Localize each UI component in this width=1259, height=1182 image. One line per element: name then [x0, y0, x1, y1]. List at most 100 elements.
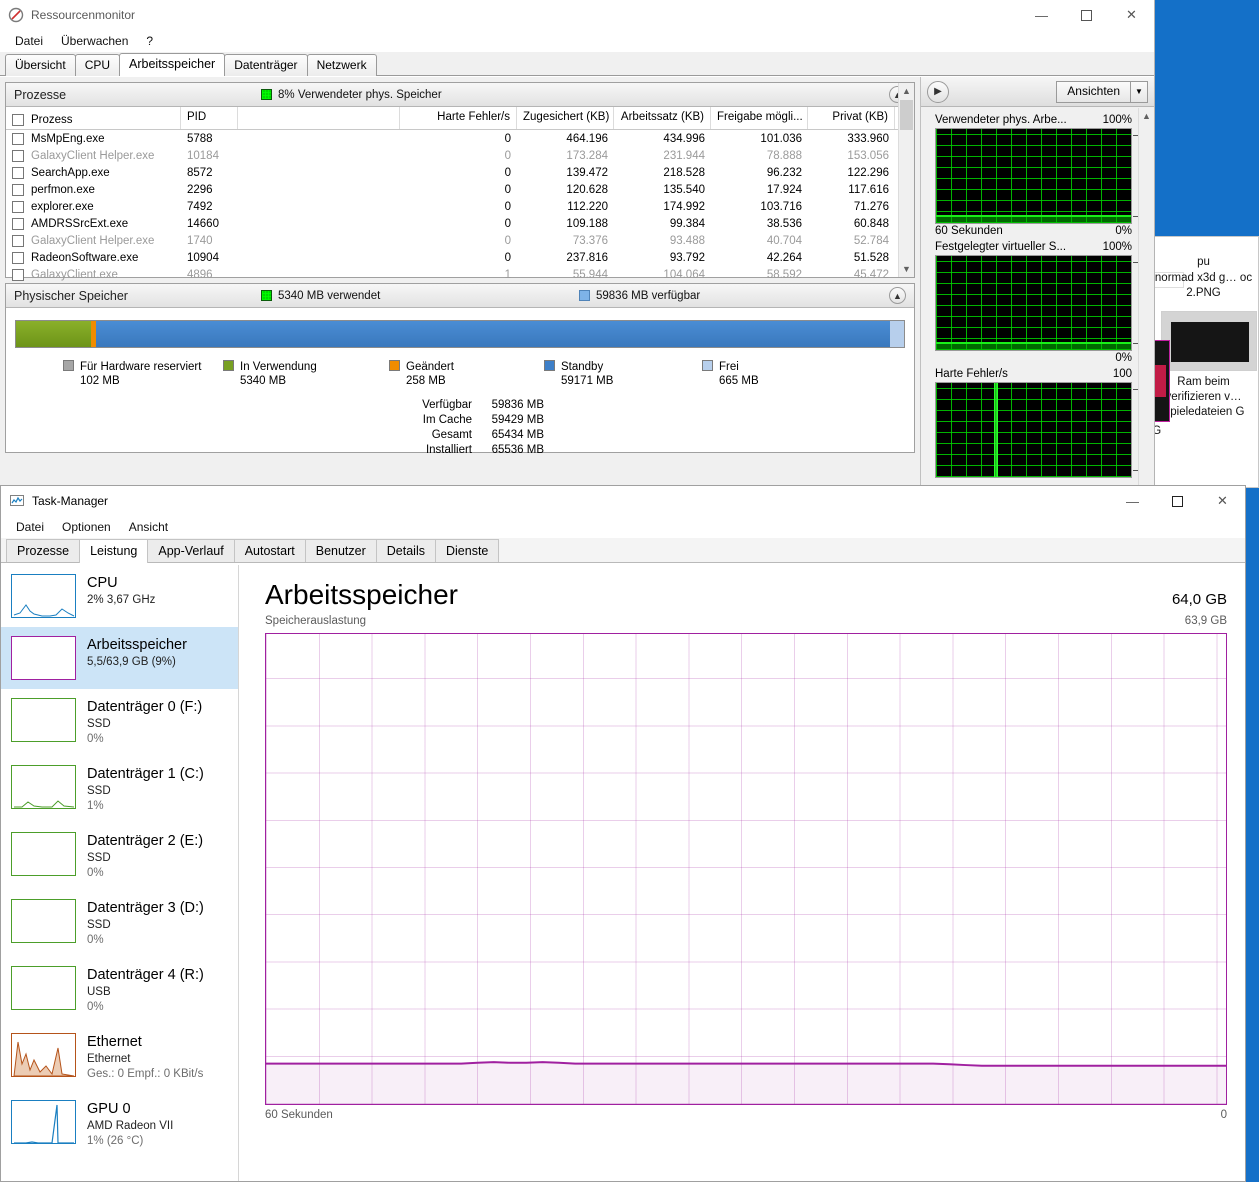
physical-memory-header[interactable]: Physischer Speicher 5340 MB verwendet 59…: [6, 284, 914, 308]
sidebar-item-line2: 2% 3,67 GHz: [87, 594, 156, 606]
graph-scroll-up-icon[interactable]: ▲: [1139, 108, 1154, 124]
axis-left-label: 60 Sekunden: [265, 1109, 333, 1121]
sidebar-item-gpu-0[interactable]: GPU 0 AMD Radeon VII 1% (26 °C): [1, 1091, 238, 1158]
table-row[interactable]: perfmon.exe 2296 0 120.628 135.540 17.924 117.…: [6, 181, 914, 198]
row-checkbox[interactable]: [12, 251, 24, 264]
sidebar-thumbnail: [11, 1033, 76, 1077]
sidebar-item-line2: USB: [87, 986, 111, 998]
sidebar-thumbnail: [11, 574, 76, 618]
chart-axis-labels: 60 Sekunden 0: [265, 1109, 1227, 1121]
sidebar-item-datentr-ger-1-c-[interactable]: Datenträger 1 (C:) SSD 1%: [1, 756, 238, 823]
task-manager-window[interactable]: Task-Manager — ✕ Datei Optionen Ansicht …: [0, 485, 1246, 1182]
row-checkbox[interactable]: [12, 234, 24, 247]
row-checkbox[interactable]: [12, 200, 24, 213]
cell-process-name: MsMpEng.exe: [6, 132, 181, 145]
resource-monitor-window[interactable]: Ressourcenmonitor — ✕ Datei Überwachen ?…: [0, 0, 1155, 488]
tab-netzwerk[interactable]: Netzwerk: [306, 54, 377, 76]
tab-arbeitsspeicher[interactable]: Arbeitsspeicher: [119, 53, 226, 76]
col-pid[interactable]: PID: [181, 107, 238, 129]
sidebar-item-line2: SSD: [87, 718, 111, 730]
resmon-minimize-button[interactable]: —: [1019, 0, 1064, 30]
cell-working-set: 434.996: [663, 132, 705, 145]
tab-leistung[interactable]: Leistung: [79, 539, 149, 563]
tab-benutzer[interactable]: Benutzer: [304, 539, 377, 562]
row-checkbox[interactable]: [12, 217, 24, 230]
taskmgr-menu-optionen[interactable]: Optionen: [53, 518, 120, 536]
process-name-text: GalaxyClient Helper.exe: [31, 149, 155, 162]
resmon-maximize-button[interactable]: [1064, 0, 1109, 30]
cell-private: 52.784: [853, 234, 889, 247]
row-checkbox[interactable]: [12, 268, 24, 281]
resmon-titlebar[interactable]: Ressourcenmonitor — ✕: [0, 0, 1154, 30]
table-row[interactable]: SearchApp.exe 8572 0 139.472 218.528 96.232 12…: [6, 164, 914, 181]
summary-row: Installiert 65536 MB: [396, 443, 544, 458]
physical-collapse-icon[interactable]: ▲: [889, 287, 906, 304]
processes-scrollbar[interactable]: ▲ ▼: [898, 83, 914, 277]
scroll-up-icon[interactable]: ▲: [899, 83, 914, 99]
taskmgr-sidebar: CPU 2% 3,67 GHz Arbeitsspeicher 5,5/63,9 GB…: [1, 565, 239, 1181]
menu-datei[interactable]: Datei: [6, 32, 52, 50]
cell-commit: 120.628: [566, 183, 608, 196]
sidebar-item-datentr-ger-4-r-[interactable]: Datenträger 4 (R:) USB 0%: [1, 957, 238, 1024]
col-harte-fehler[interactable]: Harte Fehler/s: [400, 107, 517, 129]
tab-details[interactable]: Details: [375, 539, 436, 562]
taskmgr-minimize-button[interactable]: —: [1110, 486, 1155, 516]
menu-help[interactable]: ?: [137, 32, 162, 50]
scroll-down-icon[interactable]: ▼: [899, 261, 914, 277]
cell-private: 153.056: [847, 149, 889, 162]
bar-segment-in-use: [16, 321, 92, 347]
col-prozess[interactable]: Prozess: [6, 107, 181, 129]
graph-scrollbar[interactable]: ▲: [1138, 108, 1154, 487]
col-gap[interactable]: [238, 107, 400, 129]
col-arbeitssatz[interactable]: Arbeitssatz (KB): [614, 107, 711, 129]
chevron-right-circle-icon[interactable]: ▶: [927, 80, 949, 103]
table-row[interactable]: MsMpEng.exe 5788 0 464.196 434.996 101.036 333…: [6, 130, 914, 147]
col-privat[interactable]: Privat (KB): [808, 107, 895, 129]
row-checkbox[interactable]: [12, 149, 24, 162]
summary-row: Im Cache 59429 MB: [396, 413, 544, 428]
resmon-left-column: Prozesse 8% Verwendeter phys. Speicher ▲…: [0, 77, 920, 487]
tab-cpu[interactable]: CPU: [74, 54, 121, 76]
views-dropdown[interactable]: Ansichten ▼: [1056, 80, 1148, 103]
sidebar-item-datentr-ger-2-e-[interactable]: Datenträger 2 (E:) SSD 0%: [1, 823, 238, 890]
taskmgr-titlebar[interactable]: Task-Manager — ✕: [1, 486, 1245, 516]
chevron-down-icon[interactable]: ▼: [1130, 81, 1147, 102]
table-row[interactable]: explorer.exe 7492 0 112.220 174.992 103.716 71…: [6, 198, 914, 215]
sidebar-item-ethernet[interactable]: Ethernet Ethernet Ges.: 0 Empf.: 0 KBit/s: [1, 1024, 238, 1091]
cell-process-name: GalaxyClient.exe: [6, 268, 181, 281]
row-checkbox[interactable]: [12, 166, 24, 179]
table-row[interactable]: GalaxyClient Helper.exe 1740 0 73.376 93.488…: [6, 232, 914, 249]
row-checkbox[interactable]: [12, 183, 24, 196]
processes-panel-header[interactable]: Prozesse 8% Verwendeter phys. Speicher ▲: [6, 83, 914, 107]
table-row[interactable]: GalaxyClient Helper.exe 10184 0 173.284 231.…: [6, 147, 914, 164]
col-freigabe[interactable]: Freigabe mögli...: [711, 107, 808, 129]
tab-datentraeger[interactable]: Datenträger: [224, 54, 308, 76]
taskmgr-menu-ansicht[interactable]: Ansicht: [120, 518, 177, 536]
resmon-close-button[interactable]: ✕: [1109, 0, 1154, 30]
tab-app-verlauf[interactable]: App-Verlauf: [147, 539, 235, 562]
row-checkbox[interactable]: [12, 132, 24, 145]
physical-memory-legend: Für Hardware reserviert 102 MB In Verwen…: [6, 360, 914, 394]
table-row[interactable]: GalaxyClient.exe 4896 1 55.944 104.064 58.592…: [6, 266, 914, 283]
cell-private: 45.472: [853, 268, 889, 281]
tab-autostart[interactable]: Autostart: [233, 539, 306, 562]
chart-max-label: 63,9 GB: [1184, 615, 1227, 627]
taskmgr-close-button[interactable]: ✕: [1200, 486, 1245, 516]
taskmgr-maximize-button[interactable]: [1155, 486, 1200, 516]
tab-dienste[interactable]: Dienste: [434, 539, 500, 562]
table-row[interactable]: AMDRSSrcExt.exe 14660 0 109.188 99.384 38.536…: [6, 215, 914, 232]
sidebar-item-datentr-ger-3-d-[interactable]: Datenträger 3 (D:) SSD 0%: [1, 890, 238, 957]
taskmgr-menu-datei[interactable]: Datei: [7, 518, 53, 536]
tab-prozesse[interactable]: Prozesse: [6, 539, 81, 562]
sidebar-item-cpu[interactable]: CPU 2% 3,67 GHz: [1, 565, 238, 627]
scrollbar-thumb[interactable]: [900, 100, 913, 130]
tab-uebersicht[interactable]: Übersicht: [5, 54, 76, 76]
views-label: Ansichten: [1067, 83, 1120, 98]
sidebar-item-arbeitsspeicher[interactable]: Arbeitsspeicher 5,5/63,9 GB (9%): [1, 627, 238, 689]
menu-ueberwachen[interactable]: Überwachen: [52, 32, 137, 50]
legend-swatch-standby: [544, 360, 555, 371]
sidebar-item-datentr-ger-0-f-[interactable]: Datenträger 0 (F:) SSD 0%: [1, 689, 238, 756]
col-zugesichert[interactable]: Zugesichert (KB): [517, 107, 614, 129]
select-all-checkbox[interactable]: [12, 114, 24, 126]
table-row[interactable]: RadeonSoftware.exe 10904 0 237.816 93.792 42.…: [6, 249, 914, 266]
